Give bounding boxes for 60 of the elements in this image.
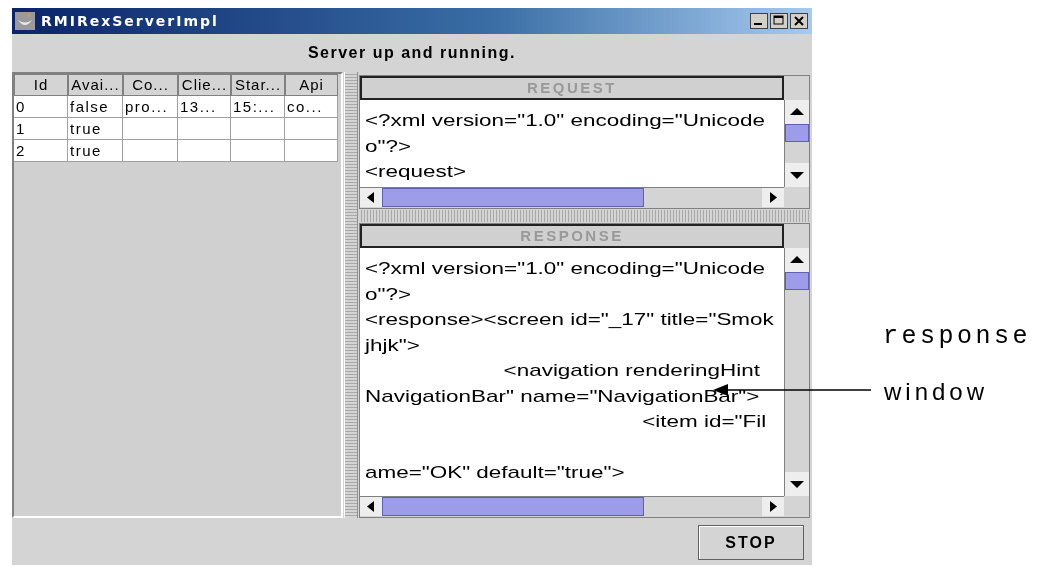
column-header[interactable]: Clie... <box>178 74 231 96</box>
text-line: <response><screen id="_17" title="Smok <box>365 309 774 331</box>
table-cell <box>178 118 231 140</box>
scroll-down-button[interactable] <box>785 472 809 496</box>
table-cell <box>285 118 338 140</box>
horizontal-scrollbar[interactable] <box>360 187 784 208</box>
window-title: RMIRexServerImpl <box>41 13 220 29</box>
text-line: <?xml version="1.0" encoding="Unicode <box>365 110 765 132</box>
table-cell <box>231 118 285 140</box>
table-cell: true <box>68 118 123 140</box>
scroll-up-button[interactable] <box>785 248 809 272</box>
table-cell: 0 <box>14 96 68 118</box>
table-cell <box>123 118 178 140</box>
vertical-scrollbar[interactable] <box>784 248 809 496</box>
text-line: <request> <box>365 161 467 183</box>
close-button[interactable] <box>790 13 808 29</box>
text-line: jhjk"> <box>365 334 420 357</box>
scroll-left-button[interactable] <box>360 188 382 207</box>
table-cell: pro... <box>123 96 178 118</box>
vertical-scrollbar[interactable] <box>784 100 809 187</box>
column-header[interactable]: Api <box>285 74 338 96</box>
status-message: Server up and running. <box>307 44 517 62</box>
scroll-right-button[interactable] <box>762 188 784 207</box>
scroll-thumb[interactable] <box>382 497 644 516</box>
table-cell <box>231 140 285 162</box>
scroll-thumb[interactable] <box>785 272 809 290</box>
column-header[interactable]: Star... <box>231 74 285 96</box>
horizontal-scrollbar[interactable] <box>360 496 784 517</box>
table-cell: 13... <box>178 96 231 118</box>
annotation-label: response <box>883 322 1032 351</box>
scroll-up-button[interactable] <box>785 100 809 124</box>
scroll-right-button[interactable] <box>762 497 784 516</box>
text-line: NavigationBar" name="NavigationBar"> <box>365 385 760 408</box>
app-icon <box>15 12 35 30</box>
scroll-down-button[interactable] <box>785 163 809 187</box>
annotation-label: window <box>884 378 989 406</box>
maximize-button[interactable] <box>770 13 788 29</box>
scroll-left-button[interactable] <box>360 497 382 516</box>
column-header[interactable]: Co... <box>123 74 178 96</box>
table-cell: co... <box>285 96 338 118</box>
table-cell: false <box>68 96 123 118</box>
table-cell <box>123 140 178 162</box>
column-header[interactable]: Avai... <box>68 74 123 96</box>
text-line: o"?> <box>365 135 412 158</box>
table-cell <box>178 140 231 162</box>
text-line: <navigation renderingHint <box>502 360 760 382</box>
table-cell: true <box>68 140 123 162</box>
table-cell: 15:... <box>231 96 285 118</box>
scroll-thumb[interactable] <box>785 124 809 142</box>
text-line: ame="OK" default="true"> <box>365 461 625 484</box>
table-cell: 1 <box>14 118 68 140</box>
scroll-thumb[interactable] <box>382 188 644 207</box>
stop-button[interactable]: STOP <box>698 525 804 560</box>
minimize-button[interactable] <box>750 13 768 29</box>
text-line: o"?> <box>365 283 412 306</box>
table-cell <box>285 140 338 162</box>
column-header[interactable]: Id <box>14 74 68 96</box>
table-cell: 2 <box>14 140 68 162</box>
text-line: <?xml version="1.0" encoding="Unicode <box>365 258 765 280</box>
text-line: <item id="Fil <box>641 411 767 433</box>
